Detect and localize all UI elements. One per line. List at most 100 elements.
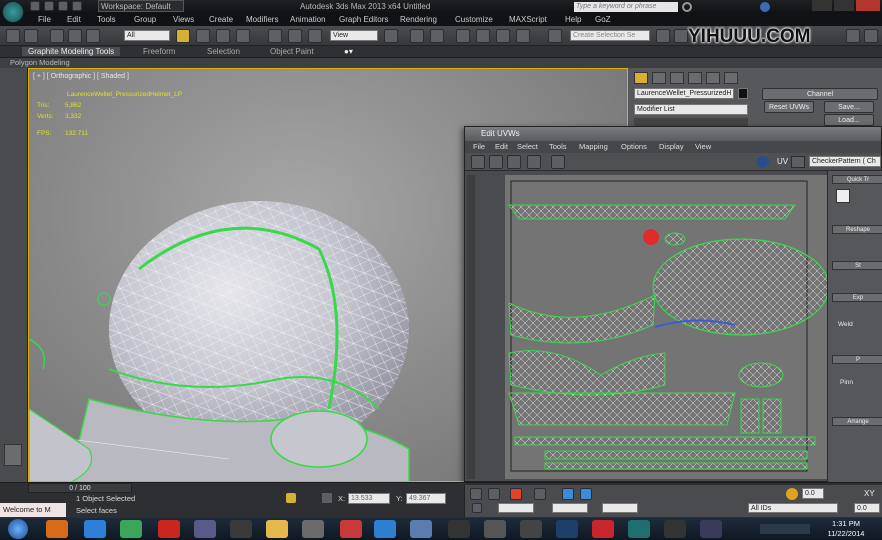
welcome-listener[interactable]: Welcome to M xyxy=(0,503,66,517)
arrange-rollout[interactable]: Arrange xyxy=(832,417,882,426)
uv-menu-options[interactable]: Options xyxy=(621,142,647,151)
uv-canvas[interactable] xyxy=(505,175,827,479)
tab-graphite-modeling-tools[interactable]: Graphite Modeling Tools xyxy=(22,47,121,56)
ribbon-options-icon[interactable]: ●▾ xyxy=(344,47,353,56)
spinner-snap-icon[interactable] xyxy=(516,29,530,43)
uv-menu-edit[interactable]: Edit xyxy=(495,142,508,151)
modify-tab-icon[interactable] xyxy=(652,72,666,84)
menu-file[interactable]: File xyxy=(38,15,51,24)
redo-icon[interactable] xyxy=(24,29,38,43)
tray-icons[interactable] xyxy=(760,524,810,534)
app-icon-5[interactable] xyxy=(194,520,216,538)
texture-dropdown[interactable]: CheckerPattern ( Ch xyxy=(809,156,881,167)
object-color-swatch[interactable] xyxy=(738,88,748,99)
uv-u-field[interactable] xyxy=(498,503,534,513)
clock-time[interactable]: 1:31 PM xyxy=(826,519,866,528)
unlink-icon[interactable] xyxy=(68,29,82,43)
close-button[interactable] xyxy=(856,0,880,11)
dropbox-icon[interactable] xyxy=(374,520,396,538)
time-slider[interactable]: 0 / 100 xyxy=(28,483,132,493)
uv-zoom-field[interactable]: 0.0 xyxy=(854,503,880,513)
uv-menu-mapping[interactable]: Mapping xyxy=(579,142,608,151)
stitch-rollout[interactable]: St xyxy=(832,261,882,270)
mirror-icon[interactable] xyxy=(656,29,670,43)
uv-v-field[interactable] xyxy=(552,503,588,513)
motion-tab-icon[interactable] xyxy=(688,72,702,84)
snaps-toggle-icon[interactable] xyxy=(456,29,470,43)
uv-menu-view[interactable]: View xyxy=(695,142,711,151)
link-icon[interactable] xyxy=(50,29,64,43)
uv-rotate-icon[interactable] xyxy=(489,155,503,169)
scale-icon[interactable] xyxy=(308,29,322,43)
move-icon[interactable] xyxy=(268,29,282,43)
tab-object-paint[interactable]: Object Paint xyxy=(270,47,314,56)
viewport-layout-icon[interactable] xyxy=(4,444,22,466)
uv-menu-display[interactable]: Display xyxy=(659,142,684,151)
quick-transform-icon[interactable] xyxy=(836,189,850,203)
select-object-icon[interactable] xyxy=(176,29,190,43)
uv-vertical-scroll[interactable] xyxy=(467,175,475,479)
app-icon-13[interactable] xyxy=(484,520,506,538)
pivot-center-icon[interactable] xyxy=(384,29,398,43)
x-coordinate-field[interactable]: 13.533 xyxy=(348,493,390,504)
uv-move-icon[interactable] xyxy=(471,155,485,169)
angle-snap-icon[interactable] xyxy=(476,29,490,43)
align-icon[interactable] xyxy=(674,29,688,43)
create-tab-icon[interactable] xyxy=(634,72,648,84)
maximize-button[interactable] xyxy=(834,0,854,11)
menu-group[interactable]: Group xyxy=(134,15,156,24)
keyboard-shortcut-icon[interactable] xyxy=(430,29,444,43)
select-by-name-icon[interactable] xyxy=(196,29,210,43)
tab-freeform[interactable]: Freeform xyxy=(143,47,175,56)
chrome-icon[interactable] xyxy=(120,520,142,538)
edit-uvws-window[interactable]: Edit UVWs File Edit Select Tools Mapping… xyxy=(464,126,882,483)
peel-rollout[interactable]: P xyxy=(832,355,882,364)
menu-help[interactable]: Help xyxy=(565,15,581,24)
menu-create[interactable]: Create xyxy=(209,15,233,24)
tab-selection[interactable]: Selection xyxy=(207,47,240,56)
y-coordinate-field[interactable]: 49.367 xyxy=(406,493,446,504)
utilities-tab-icon[interactable] xyxy=(724,72,738,84)
explode-rollout[interactable]: Exp xyxy=(832,293,882,302)
app-icon-8[interactable] xyxy=(302,520,324,538)
open-file-icon[interactable] xyxy=(44,1,54,11)
uv-soft-select-icon[interactable] xyxy=(786,488,798,500)
uv-ring-icon[interactable] xyxy=(562,488,574,500)
uv-xy-label[interactable]: XY xyxy=(864,489,875,498)
load-button[interactable]: Load... xyxy=(824,114,874,126)
undo-icon[interactable] xyxy=(6,29,20,43)
uv-loop-icon[interactable] xyxy=(580,488,592,500)
search-input[interactable]: Type a keyword or phrase xyxy=(574,2,678,12)
help-icon[interactable] xyxy=(760,2,770,12)
menu-modifiers[interactable]: Modifiers xyxy=(246,15,278,24)
uv-w-field[interactable] xyxy=(602,503,638,513)
reshape-rollout[interactable]: Reshape xyxy=(832,225,882,234)
app-icon-11[interactable] xyxy=(410,520,432,538)
uv-select-vertex-icon[interactable] xyxy=(470,488,482,500)
lock-selection-icon[interactable] xyxy=(286,493,296,503)
firefox-icon[interactable] xyxy=(46,520,68,538)
selection-filter-dropdown[interactable]: All xyxy=(124,30,170,41)
uv-menu-tools[interactable]: Tools xyxy=(549,142,567,151)
explorer-icon[interactable] xyxy=(266,520,288,538)
uv-menu-select[interactable]: Select xyxy=(517,142,538,151)
modifier-list-dropdown[interactable]: Modifier List xyxy=(634,104,748,115)
uv-move-mode-icon[interactable] xyxy=(472,503,482,513)
terminal-icon[interactable] xyxy=(230,520,252,538)
filezilla-icon[interactable] xyxy=(158,520,180,538)
minimize-button[interactable] xyxy=(812,0,832,11)
ie-icon[interactable] xyxy=(84,520,106,538)
start-button-icon[interactable] xyxy=(8,519,28,539)
uv-islands[interactable] xyxy=(505,175,827,479)
app-icon-9[interactable] xyxy=(340,520,362,538)
rectangular-selection-icon[interactable] xyxy=(216,29,230,43)
clock-date[interactable]: 11/22/2014 xyxy=(820,529,872,538)
checker-icon[interactable] xyxy=(757,156,769,168)
uv-menu-file[interactable]: File xyxy=(473,142,485,151)
uv-select-edge-icon[interactable] xyxy=(488,488,500,500)
window-crossing-icon[interactable] xyxy=(236,29,250,43)
uv-scale-icon[interactable] xyxy=(507,155,521,169)
photoshop-icon[interactable] xyxy=(556,520,578,538)
search-icon[interactable] xyxy=(682,2,692,12)
select-manipulate-icon[interactable] xyxy=(410,29,424,43)
